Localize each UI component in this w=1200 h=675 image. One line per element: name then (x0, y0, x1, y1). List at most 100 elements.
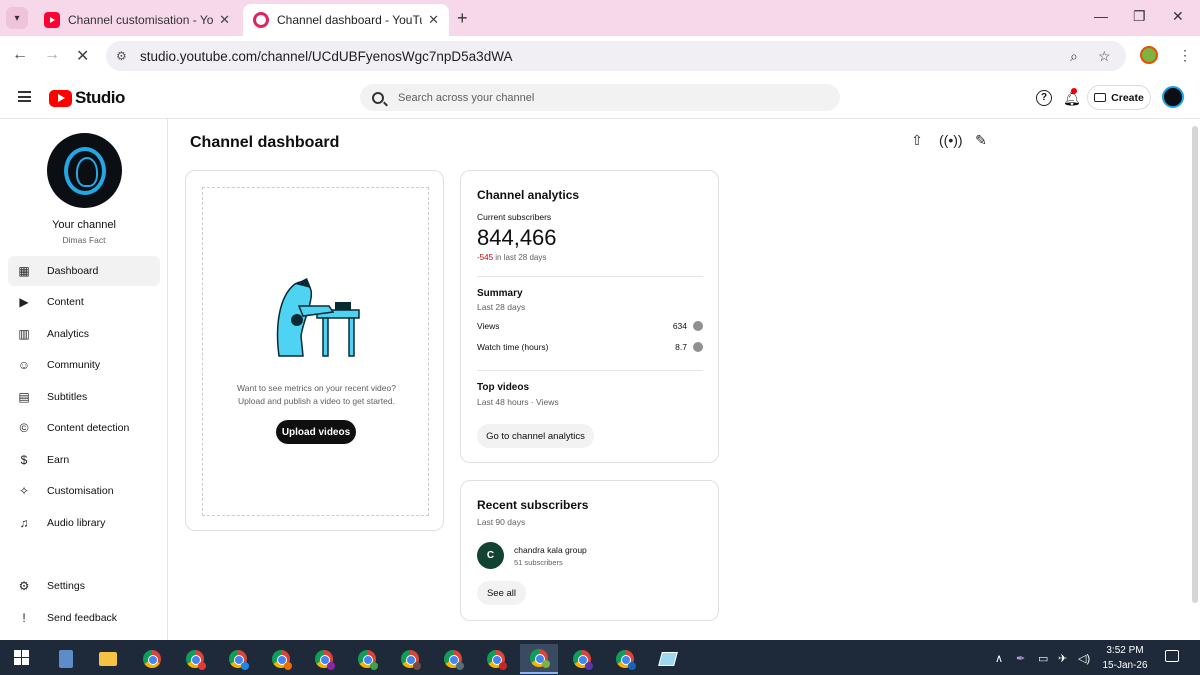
sidebar-item-community[interactable]: ☺ Community (8, 350, 160, 380)
trend-indicator-icon (693, 342, 703, 352)
battery-icon[interactable]: ▭ (1038, 652, 1048, 665)
browser-menu-icon[interactable]: ⋮ (1178, 47, 1192, 64)
chrome-profile-icon[interactable] (563, 644, 601, 674)
browser-tab-active[interactable]: Channel dashboard - YouTube ✕ (243, 4, 449, 36)
volume-icon[interactable]: ◁) (1078, 652, 1090, 665)
omnibox[interactable]: ⚙ studio.youtube.com/channel/UCdUBFyenos… (106, 41, 1126, 71)
upload-videos-button[interactable]: Upload videos (276, 420, 356, 444)
chrome-profile-icon[interactable] (434, 644, 472, 674)
tab-search-icon[interactable]: ▾ (6, 7, 28, 29)
metric-row-watch-time: Watch time (hours) 8.7 (477, 342, 703, 352)
minimize-icon[interactable]: — (1094, 8, 1108, 24)
metric-value: 634 (672, 321, 687, 331)
chrome-active-window-icon[interactable] (520, 644, 558, 674)
notification-dot (1071, 88, 1077, 94)
upload-message: Want to see metrics on your recent video… (203, 382, 430, 408)
stop-loading-icon[interactable]: ✕ (76, 46, 89, 66)
file-explorer-icon[interactable] (89, 644, 127, 674)
system-clock[interactable]: 3:52 PM 15-Jan-26 (1100, 643, 1150, 673)
see-all-button[interactable]: See all (477, 581, 526, 605)
browser-tab[interactable]: Channel customisation - YouTu ✕ (34, 4, 240, 36)
sidebar-item-subtitles[interactable]: ▤ Subtitles (8, 382, 160, 412)
bookmark-star-icon[interactable]: ☆ (1098, 48, 1111, 65)
clock-time: 3:52 PM (1106, 645, 1144, 656)
url-text[interactable]: studio.youtube.com/channel/UCdUBFyenosWg… (140, 49, 512, 64)
subscriber-name[interactable]: chandra kala group (514, 545, 587, 555)
top-videos-title: Top videos (477, 382, 530, 393)
trend-indicator-icon (693, 321, 703, 331)
close-tab-icon[interactable]: ✕ (428, 12, 439, 28)
help-icon[interactable]: ? (1036, 90, 1052, 106)
studio-favicon-icon (253, 12, 269, 28)
windows-start-icon[interactable] (14, 650, 29, 665)
new-tab-icon[interactable]: + (457, 8, 468, 29)
airplane-mode-icon[interactable]: ✈ (1058, 652, 1067, 665)
forward-icon[interactable]: → (44, 46, 60, 64)
hamburger-menu-icon[interactable] (18, 91, 31, 102)
upload-icon[interactable]: ⇧ (907, 132, 927, 152)
notepad-app-icon[interactable] (649, 644, 687, 674)
upload-message-line1: Want to see metrics on your recent video… (237, 383, 396, 393)
summary-title: Summary (477, 288, 523, 299)
show-hidden-icons-icon[interactable]: ∧ (995, 652, 1003, 665)
go-to-channel-analytics-button[interactable]: Go to channel analytics (477, 424, 594, 448)
chrome-profile-icon[interactable] (305, 644, 343, 674)
sidebar-item-label: Earn (47, 454, 70, 466)
browser-tab-strip: ▾ Channel customisation - YouTu ✕ Channe… (0, 0, 1200, 36)
account-avatar[interactable] (1162, 86, 1184, 108)
profile-avatar-icon[interactable] (1140, 46, 1158, 64)
sidebar-item-send-feedback[interactable]: ! Send feedback (8, 603, 160, 633)
upload-message-line2: Upload and publish a video to get starte… (238, 396, 395, 406)
chrome-profile-icon[interactable] (477, 644, 515, 674)
close-tab-icon[interactable]: ✕ (219, 12, 230, 28)
sidebar-item-label: Content (47, 296, 84, 308)
create-post-icon[interactable]: ✎ (971, 132, 991, 152)
sidebar-item-content[interactable]: ▶ Content (8, 287, 160, 317)
feedback-icon: ! (22, 611, 26, 625)
sidebar-item-settings[interactable]: ⚙ Settings (8, 571, 160, 601)
sidebar-item-customisation[interactable]: ✧ Customisation (8, 476, 160, 506)
community-icon: ☺ (17, 358, 31, 372)
sidebar-item-label: Analytics (47, 328, 90, 340)
notification-center-icon[interactable] (1165, 650, 1179, 662)
subscriber-change-value: -545 (477, 253, 494, 262)
scrollbar[interactable] (1192, 126, 1198, 603)
chrome-app-icon[interactable] (133, 644, 171, 674)
sidebar-item-audio-library[interactable]: ♫ Audio library (8, 508, 160, 538)
summary-period: Last 28 days (477, 302, 526, 312)
live-stream-icon[interactable]: ((•)) (939, 132, 963, 152)
subscriber-avatar[interactable]: C (477, 542, 504, 569)
sidebar-item-content-detection[interactable]: © Content detection (8, 413, 160, 443)
channel-search-input[interactable]: Search across your channel (360, 84, 840, 111)
pen-icon[interactable]: ✒ (1016, 652, 1025, 665)
sidebar-item-label: Customisation (47, 485, 114, 497)
chrome-profile-icon[interactable] (262, 644, 300, 674)
tab-title: Channel customisation - YouTu (68, 13, 214, 27)
metric-label: Views (477, 321, 500, 331)
sidebar-item-label: Audio library (47, 517, 106, 529)
chrome-profile-icon[interactable] (176, 644, 214, 674)
sidebar-item-dashboard[interactable]: ▦ Dashboard (8, 256, 160, 286)
sidebar-item-label: Community (47, 359, 101, 371)
site-info-icon[interactable]: ⚙ (116, 49, 132, 63)
gear-icon: ⚙ (18, 579, 30, 593)
channel-avatar[interactable] (47, 133, 122, 208)
divider (477, 276, 703, 277)
chrome-profile-icon[interactable] (348, 644, 386, 674)
top-videos-period: Last 48 hours · Views (477, 397, 559, 407)
subtitles-icon: ▤ (18, 390, 30, 404)
sidebar-item-analytics[interactable]: ▥ Analytics (8, 319, 160, 349)
window-close-icon[interactable]: ✕ (1172, 8, 1184, 25)
studio-logo[interactable]: Studio (49, 88, 125, 108)
restore-icon[interactable]: ❐ (1133, 8, 1146, 25)
content-icon: ▶ (19, 295, 29, 309)
chrome-profile-icon[interactable] (219, 644, 257, 674)
calculator-app-icon[interactable] (47, 644, 85, 674)
back-icon[interactable]: ← (12, 46, 28, 64)
chrome-profile-icon[interactable] (606, 644, 644, 674)
sidebar-item-earn[interactable]: $ Earn (8, 445, 160, 475)
chrome-profile-icon[interactable] (391, 644, 429, 674)
youtube-favicon-icon (44, 12, 60, 28)
create-button[interactable]: Create (1087, 85, 1151, 110)
zoom-icon[interactable]: ⌕ (1070, 48, 1078, 65)
